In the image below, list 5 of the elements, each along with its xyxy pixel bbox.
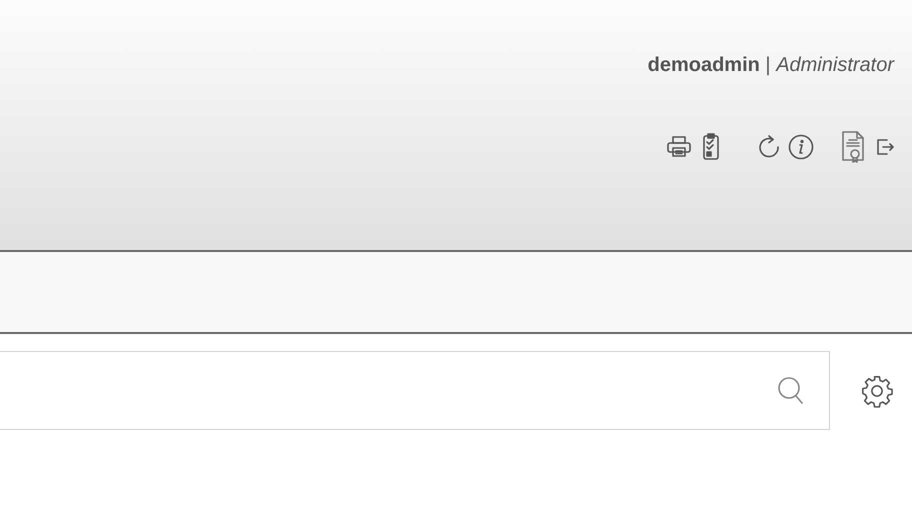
search-field[interactable] [0,351,830,430]
info-icon[interactable] [788,132,814,162]
certificate-icon[interactable] [840,132,866,162]
search-icon [777,376,805,406]
user-info: demoadmin | Administrator [648,53,894,78]
